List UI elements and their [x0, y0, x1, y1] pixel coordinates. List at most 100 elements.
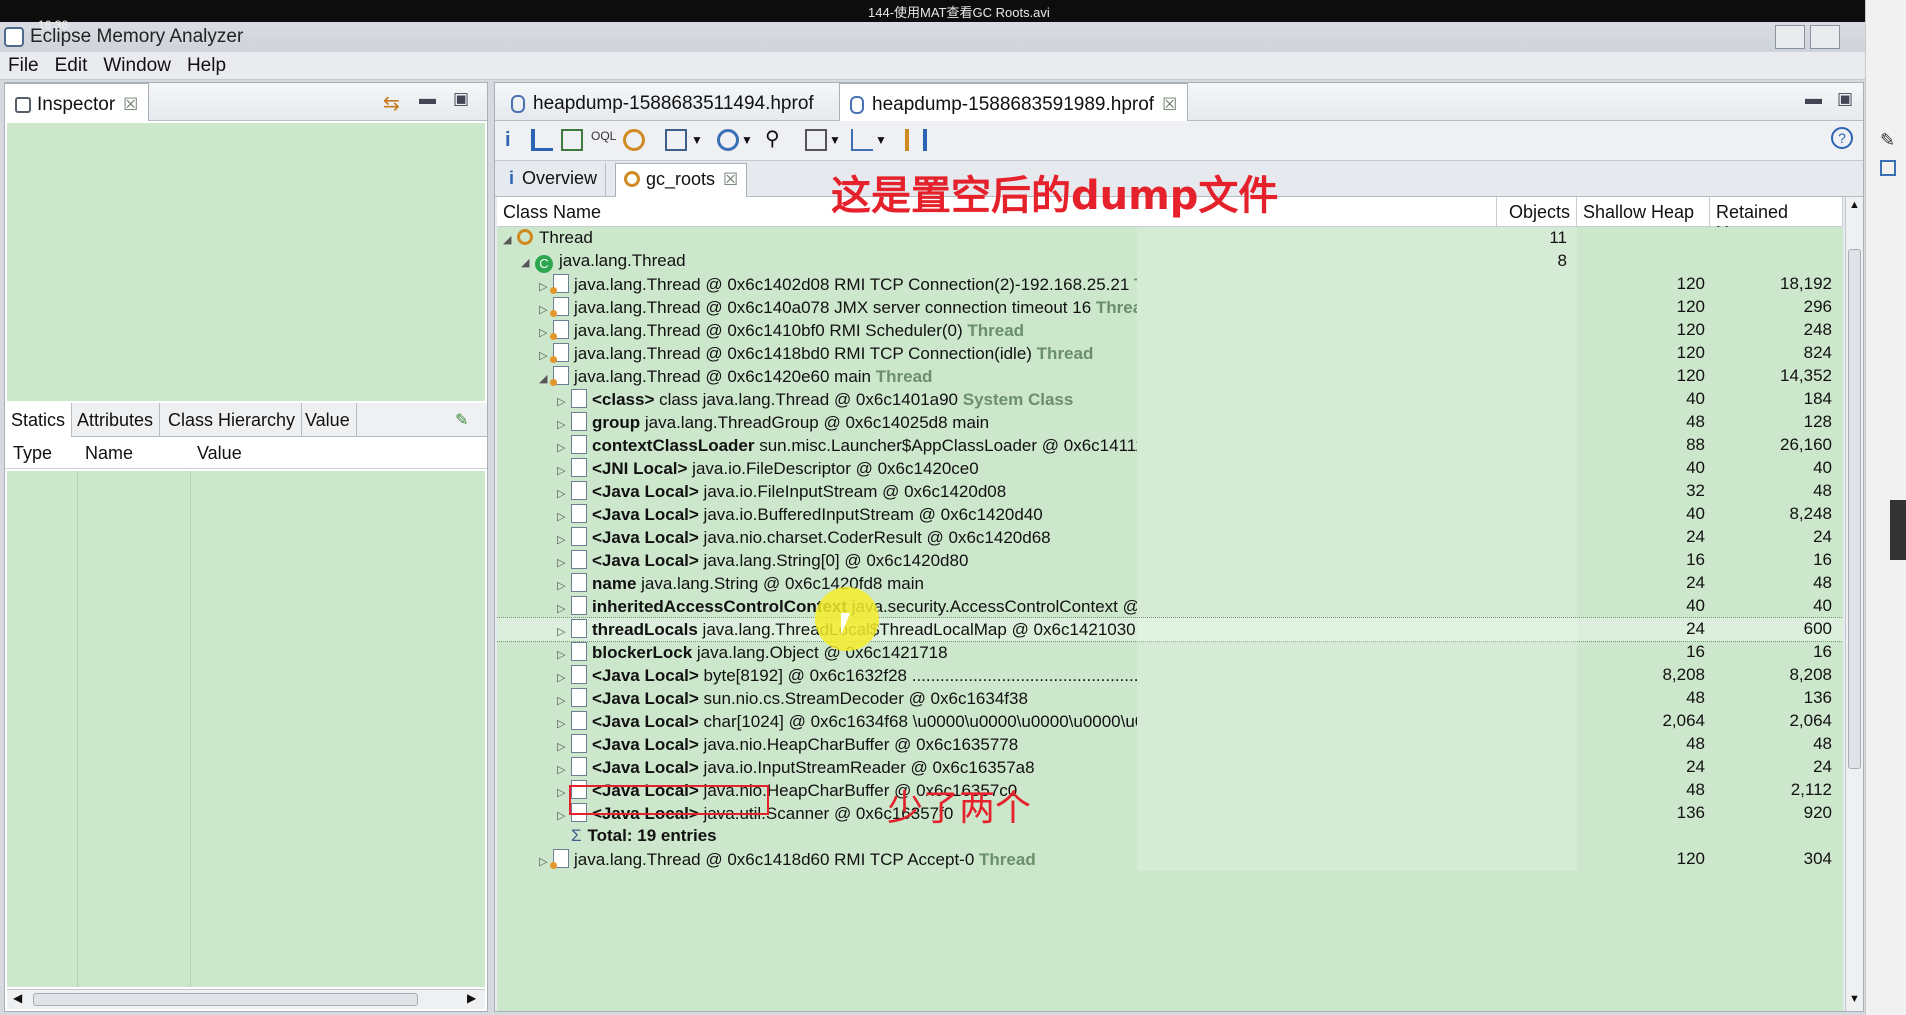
collapsed-icon[interactable]: ▷	[557, 625, 571, 638]
tab-class-hierarchy[interactable]: Class Hierarchy	[162, 403, 303, 437]
collapsed-icon[interactable]: ▷	[557, 717, 571, 730]
table-row[interactable]: ▷ java.lang.Thread @ 0x6c1418bd0 RMI TCP …	[497, 342, 1843, 365]
collapsed-icon[interactable]: ▷	[557, 648, 571, 661]
minimize-icon[interactable]: ▬	[419, 89, 436, 109]
tab-value[interactable]: Value	[299, 403, 357, 437]
run-report-icon[interactable]	[665, 129, 687, 151]
group-by-icon[interactable]	[905, 129, 927, 151]
restore-button[interactable]	[1810, 25, 1840, 49]
table-row[interactable]: ▷ <Java Local> java.io.FileInputStream @ …	[497, 480, 1843, 503]
collapsed-icon[interactable]: ▷	[557, 602, 571, 615]
editor-tab-dump-2[interactable]: heapdump-1588683591989.hprof ☒	[839, 83, 1189, 121]
threads-icon[interactable]	[623, 129, 645, 151]
maximize-icon[interactable]: ▣	[1837, 89, 1853, 109]
tab-statics[interactable]: Statics	[5, 403, 73, 437]
collapse-handle[interactable]	[1890, 500, 1906, 560]
collapsed-icon[interactable]: ▷	[557, 556, 571, 569]
collapsed-icon[interactable]: ▷	[557, 418, 571, 431]
table-row[interactable]: ▷ <class> class java.lang.Thread @ 0x6c14…	[497, 388, 1843, 411]
tab-attributes[interactable]: Attributes	[71, 403, 161, 437]
table-row[interactable]: ▷ <Java Local> byte[8192] @ 0x6c1632f28 .…	[497, 664, 1843, 687]
scroll-up-icon[interactable]: ▲	[1849, 199, 1860, 211]
table-row[interactable]: ▷ java.lang.Thread @ 0x6c140a078 JMX serv…	[497, 296, 1843, 319]
tab-overview[interactable]: i Overview	[501, 163, 607, 197]
table-row[interactable]: ▷ <Java Local> java.nio.HeapCharBuffer @ …	[497, 733, 1843, 756]
table-row[interactable]: ▷ group java.lang.ThreadGroup @ 0x6c14025…	[497, 411, 1843, 434]
menu-help[interactable]: Help	[179, 52, 234, 77]
column-name[interactable]: Name	[85, 443, 133, 464]
table-row[interactable]: ▷ threadLocals java.lang.ThreadLocal$Thre…	[497, 617, 1843, 642]
menu-edit[interactable]: Edit	[47, 52, 96, 77]
column-type[interactable]: Type	[13, 443, 52, 464]
oql-icon[interactable]: OQL	[591, 129, 616, 151]
column-value[interactable]: Value	[197, 443, 242, 464]
table-row[interactable]: ▷ <Java Local> java.nio.charset.CoderResu…	[497, 526, 1843, 549]
collapsed-icon[interactable]: ▷	[557, 487, 571, 500]
scroll-right-icon[interactable]: ▶	[467, 991, 476, 1005]
table-row[interactable]: ▷ blockerLock java.lang.Object @ 0x6c1421…	[497, 641, 1843, 664]
expanded-icon[interactable]: ◢	[503, 233, 517, 246]
column-objects[interactable]: Objects	[1497, 197, 1577, 227]
dropdown-icon[interactable]: ▼	[741, 133, 763, 155]
link-icon[interactable]: ⇆	[383, 91, 400, 116]
menu-window[interactable]: Window	[95, 52, 179, 77]
table-row[interactable]: ▷ <JNI Local> java.io.FileDescriptor @ 0x…	[497, 457, 1843, 480]
info-icon[interactable]: i	[505, 129, 527, 151]
minimize-icon[interactable]: ▬	[1805, 89, 1822, 109]
close-icon[interactable]: ☒	[723, 170, 738, 189]
table-row[interactable]: ◢ Thread 11	[497, 227, 1843, 250]
edit-icon[interactable]: ✎	[1880, 130, 1895, 151]
menu-file[interactable]: File	[0, 52, 47, 77]
table-row[interactable]: ▷ java.lang.Thread @ 0x6c1418d60 RMI TCP …	[497, 848, 1843, 871]
collapsed-icon[interactable]: ▷	[557, 395, 571, 408]
column-retained-heap[interactable]: Retained Heap	[1710, 197, 1843, 243]
scroll-left-icon[interactable]: ◀	[13, 991, 22, 1005]
pin-icon[interactable]: ✎	[455, 410, 468, 430]
table-row[interactable]: ◢ Cjava.lang.Thread 8	[497, 250, 1843, 273]
scroll-thumb[interactable]	[1848, 249, 1861, 769]
table-row[interactable]: ▷ java.lang.Thread @ 0x6c1402d08 RMI TCP …	[497, 273, 1843, 296]
table-row[interactable]: ▷ <Java Local> char[1024] @ 0x6c1634f68 \…	[497, 710, 1843, 733]
collapsed-icon[interactable]: ▷	[557, 441, 571, 454]
scroll-thumb[interactable]	[33, 993, 418, 1006]
table-row[interactable]: ▷ <Java Local> sun.nio.cs.StreamDecoder @…	[497, 687, 1843, 710]
collapsed-icon[interactable]: ▷	[557, 579, 571, 592]
histogram-icon[interactable]	[531, 129, 553, 151]
collapsed-icon[interactable]: ▷	[557, 510, 571, 523]
column-shallow-heap[interactable]: Shallow Heap	[1577, 197, 1710, 227]
inspector-tab[interactable]: Inspector ☒	[4, 83, 150, 121]
maximize-icon[interactable]: ▣	[453, 89, 469, 109]
collapsed-icon[interactable]: ▷	[557, 533, 571, 546]
expanded-icon[interactable]: ◢	[521, 256, 535, 269]
table-row[interactable]: ▷ name java.lang.String @ 0x6c1420fd8 mai…	[497, 572, 1843, 595]
help-icon[interactable]: ?	[1831, 127, 1853, 149]
collapsed-icon[interactable]: ▷	[557, 740, 571, 753]
table-row[interactable]: Σ Total: 19 entries	[497, 825, 1843, 848]
dropdown-icon[interactable]: ▼	[691, 133, 713, 155]
table-row[interactable]: ▷ <Java Local> java.lang.String[0] @ 0x6c…	[497, 549, 1843, 572]
editor-tab-dump-1[interactable]: heapdump-1588683511494.hprof	[501, 83, 824, 121]
table-row[interactable]: ▷ <Java Local> java.io.BufferedInputStrea…	[497, 503, 1843, 526]
collapsed-icon[interactable]: ▷	[557, 671, 571, 684]
search-icon[interactable]: ⚲	[765, 126, 787, 150]
collapsed-icon[interactable]: ▷	[557, 763, 571, 776]
horizontal-scrollbar[interactable]: ◀ ▶	[7, 989, 485, 1009]
table-row[interactable]: ◢ java.lang.Thread @ 0x6c1420e60 main Thr…	[497, 365, 1843, 388]
scroll-down-icon[interactable]: ▼	[1849, 993, 1860, 1005]
outline-icon[interactable]	[1880, 160, 1896, 176]
table-row[interactable]: ▷ java.lang.Thread @ 0x6c1410bf0 RMI Sche…	[497, 319, 1843, 342]
export-icon[interactable]	[851, 129, 873, 151]
query-browser-icon[interactable]	[717, 129, 739, 151]
vertical-scrollbar[interactable]: ▲ ▼	[1845, 197, 1863, 1011]
tab-gc-roots[interactable]: gc_roots ☒	[615, 163, 748, 197]
table-row[interactable]: ▷ <Java Local> java.io.InputStreamReader …	[497, 756, 1843, 779]
dominator-tree-icon[interactable]	[561, 129, 583, 151]
collapsed-icon[interactable]: ▷	[557, 694, 571, 707]
dropdown-icon[interactable]: ▼	[829, 133, 851, 155]
table-row[interactable]: ▷ contextClassLoader sun.misc.Launcher$Ap…	[497, 434, 1843, 457]
close-icon[interactable]: ☒	[123, 95, 138, 114]
close-icon[interactable]: ☒	[1162, 95, 1177, 114]
calculate-icon[interactable]	[805, 129, 827, 151]
maximize-button[interactable]	[1775, 25, 1805, 49]
dropdown-icon[interactable]: ▼	[875, 133, 897, 155]
